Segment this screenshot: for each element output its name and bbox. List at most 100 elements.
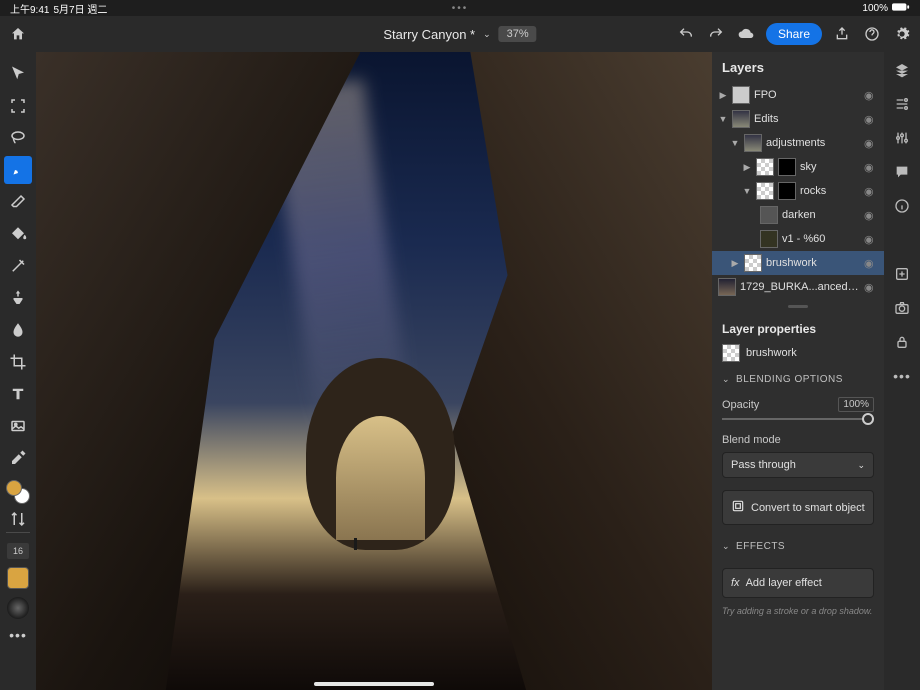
- home-icon[interactable]: [8, 24, 28, 44]
- app-top-bar: Starry Canyon * ⌄ 37% Share: [0, 16, 920, 52]
- add-layer-icon[interactable]: [892, 264, 912, 284]
- more-icon[interactable]: •••: [892, 366, 912, 386]
- gradient-tool[interactable]: [4, 252, 32, 280]
- fx-icon: fx: [731, 577, 740, 589]
- disclose-icon[interactable]: ▶: [730, 258, 740, 269]
- export-icon[interactable]: [832, 24, 852, 44]
- chevron-down-icon: ⌄: [722, 541, 730, 552]
- eraser-tool[interactable]: [4, 188, 32, 216]
- comments-icon[interactable]: [892, 162, 912, 182]
- swap-colors-icon[interactable]: [4, 510, 32, 528]
- layer-name: 1729_BURKA...anced-NR33: [740, 281, 860, 293]
- visibility-icon[interactable]: ◉: [864, 89, 878, 102]
- zoom-level[interactable]: 37%: [499, 26, 537, 42]
- battery-pct: 100%: [862, 3, 888, 14]
- blend-mode-label: Blend mode: [712, 428, 884, 448]
- layer-name: adjustments: [766, 137, 860, 149]
- panel-grab-handle[interactable]: [788, 305, 808, 308]
- fill-tool[interactable]: [4, 220, 32, 248]
- place-image-tool[interactable]: [4, 412, 32, 440]
- disclose-icon[interactable]: ▶: [742, 162, 752, 173]
- canvas[interactable]: [36, 52, 712, 690]
- visibility-icon[interactable]: ◉: [864, 161, 878, 174]
- visibility-icon[interactable]: ◉: [864, 185, 878, 198]
- layer-row-selected[interactable]: ▶ brushwork ◉: [712, 251, 884, 275]
- layer-thumb: [732, 86, 750, 104]
- disclose-icon[interactable]: ▼: [718, 114, 728, 124]
- section-label: EFFECTS: [736, 541, 785, 552]
- current-layer-row: brushwork: [712, 340, 884, 366]
- gear-icon[interactable]: [892, 24, 912, 44]
- blending-options-section[interactable]: ⌄ BLENDING OPTIONS: [712, 366, 884, 393]
- home-indicator[interactable]: [314, 682, 434, 686]
- layer-row[interactable]: ▶ sky ◉: [712, 155, 884, 179]
- status-time: 上午9:41: [10, 1, 49, 16]
- redo-icon[interactable]: [706, 24, 726, 44]
- brush-texture-preview[interactable]: [7, 597, 29, 619]
- mask-thumb: [778, 182, 796, 200]
- chevron-down-icon: ⌄: [857, 460, 865, 471]
- eyedropper-tool[interactable]: [4, 444, 32, 472]
- cloud-icon[interactable]: [736, 24, 756, 44]
- brush-tool[interactable]: [4, 156, 32, 184]
- camera-icon[interactable]: [892, 298, 912, 318]
- button-label: Convert to smart object: [751, 502, 865, 514]
- layer-row[interactable]: v1 - %60 ◉: [712, 227, 884, 251]
- move-tool[interactable]: [4, 60, 32, 88]
- smudge-tool[interactable]: [4, 316, 32, 344]
- undo-icon[interactable]: [676, 24, 696, 44]
- properties-icon[interactable]: [892, 94, 912, 114]
- visibility-icon[interactable]: ◉: [864, 209, 878, 222]
- clone-tool[interactable]: [4, 284, 32, 312]
- visibility-icon[interactable]: ◉: [864, 281, 878, 294]
- help-icon[interactable]: [862, 24, 882, 44]
- visibility-icon[interactable]: ◉: [864, 137, 878, 150]
- opacity-row: Opacity 100%: [712, 393, 884, 416]
- transform-tool[interactable]: [4, 92, 32, 120]
- layer-name: v1 - %60: [782, 233, 860, 245]
- disclose-icon[interactable]: ▼: [730, 138, 740, 148]
- crop-tool[interactable]: [4, 348, 32, 376]
- layers-panel: Layers ▶ FPO ◉ ▼ Edits ◉ ▼ adjustments ◉…: [712, 52, 884, 690]
- slider-thumb[interactable]: [862, 413, 874, 425]
- brush-color-preview[interactable]: [7, 567, 29, 589]
- adjustments-icon[interactable]: [892, 128, 912, 148]
- layer-row[interactable]: ▼ rocks ◉: [712, 179, 884, 203]
- visibility-icon[interactable]: ◉: [864, 257, 878, 270]
- layer-name: Edits: [754, 113, 860, 125]
- effects-section[interactable]: ⌄ EFFECTS: [712, 533, 884, 560]
- layer-row[interactable]: ▼ Edits ◉: [712, 107, 884, 131]
- visibility-icon[interactable]: ◉: [864, 113, 878, 126]
- type-tool[interactable]: [4, 380, 32, 408]
- chevron-down-icon[interactable]: ⌄: [483, 29, 491, 40]
- add-layer-effect-button[interactable]: fx Add layer effect: [722, 568, 874, 598]
- layer-row[interactable]: darken ◉: [712, 203, 884, 227]
- layer-row[interactable]: ▼ adjustments ◉: [712, 131, 884, 155]
- chevron-down-icon: ⌄: [722, 374, 730, 385]
- info-icon[interactable]: [892, 196, 912, 216]
- effects-hint: Try adding a stroke or a drop shadow.: [712, 606, 884, 624]
- layer-row[interactable]: ▶ FPO ◉: [712, 83, 884, 107]
- blend-mode-dropdown[interactable]: Pass through ⌄: [722, 452, 874, 478]
- share-button[interactable]: Share: [766, 23, 822, 45]
- layer-row[interactable]: 1729_BURKA...anced-NR33 ◉: [712, 275, 884, 299]
- opacity-value[interactable]: 100%: [838, 397, 874, 412]
- more-tools-icon[interactable]: •••: [9, 627, 27, 643]
- lasso-tool[interactable]: [4, 124, 32, 152]
- layers-icon[interactable]: [892, 60, 912, 80]
- disclose-icon[interactable]: ▶: [718, 90, 728, 101]
- visibility-icon[interactable]: ◉: [864, 233, 878, 246]
- multitask-dots-icon[interactable]: •••: [452, 3, 469, 14]
- lock-icon[interactable]: [892, 332, 912, 352]
- divider: [6, 532, 30, 533]
- color-swatches[interactable]: [6, 480, 30, 504]
- opacity-slider[interactable]: [712, 416, 884, 428]
- tool-rail: 16 •••: [0, 52, 36, 690]
- document-title[interactable]: Starry Canyon *: [383, 27, 475, 42]
- convert-smart-object-button[interactable]: Convert to smart object: [722, 490, 874, 525]
- right-icon-rail: •••: [884, 52, 920, 690]
- status-date: 5月7日 週二: [53, 1, 107, 16]
- brush-size-value[interactable]: 16: [7, 543, 29, 559]
- layer-name: darken: [782, 209, 860, 221]
- disclose-icon[interactable]: ▼: [742, 186, 752, 196]
